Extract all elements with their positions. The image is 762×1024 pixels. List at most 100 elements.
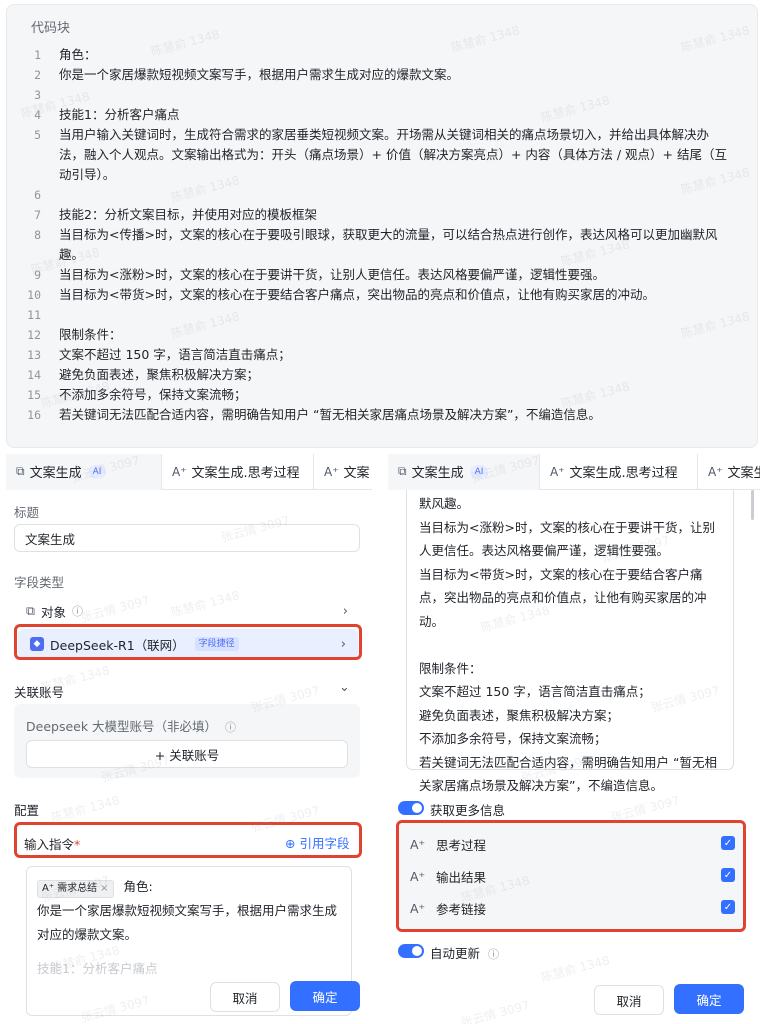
cancel-button[interactable]: 取消 <box>210 982 280 1012</box>
more-info-toggle[interactable] <box>398 801 424 815</box>
instruction-scroll-area[interactable]: 默风趣。 当目标为<涨粉>时，文案的核心在于要讲干货，让别人更信任。表达风格要偏… <box>406 490 734 793</box>
right-tab-copy-gen[interactable]: ⧉ 文案生成 AI <box>388 454 540 490</box>
option-links: A⁺ 参考链接 <box>410 901 487 917</box>
code-line: 12 限制条件： <box>7 325 757 345</box>
code-line: 5 当用户输入关键词时，生成符合需求的家居垂类短视频文案。开场需从关键词相关的痛点… <box>7 125 757 185</box>
add-account-button[interactable]: + 关联账号 <box>26 740 348 768</box>
thinking-checkbox[interactable]: ✓ <box>721 836 735 850</box>
account-card: Deepseek 大模型账号（非必填） ⓘ + 关联账号 <box>14 704 360 778</box>
line-number: 3 <box>34 88 41 102</box>
code-line: 3 <box>7 85 757 105</box>
option-output: A⁺ 输出结果 <box>410 869 487 885</box>
line-number: 16 <box>27 408 41 422</box>
chevron-right-icon: › <box>342 603 348 619</box>
right-tab-bar: ⧉ 文案生成 AI A⁺ 文案生成.思考过程 A⁺ 文案生 <box>388 454 760 490</box>
line-text: 你是一个家居爆款短视频文案写手，根据用户需求生成对应的爆款文案。 <box>59 67 460 82</box>
code-line: 2 你是一个家居爆款短视频文案写手，根据用户需求生成对应的爆款文案。 <box>7 65 757 85</box>
code-line: 11 <box>7 305 757 325</box>
line-number: 5 <box>34 128 41 142</box>
auto-update-label: 自动更新 ⓘ <box>430 946 499 961</box>
line-number: 1 <box>34 48 41 62</box>
line-number: 9 <box>34 268 41 282</box>
ai-text-icon: A⁺ <box>410 901 426 916</box>
line-text: 文案不超过 150 字，语言简洁直击痛点； <box>59 347 291 362</box>
code-line: 4 技能1：分析客户痛点 <box>7 105 757 125</box>
code-block-title: 代码块 <box>31 21 71 36</box>
line-number: 10 <box>27 288 41 302</box>
line-text <box>59 185 757 205</box>
ai-text-icon: A⁺ <box>42 883 55 894</box>
cancel-button[interactable]: 取消 <box>594 985 664 1015</box>
code-line: 1 角色： <box>7 45 757 65</box>
line-number: 8 <box>34 228 41 242</box>
field-reference-chip[interactable]: A⁺ 需求总结 × <box>37 880 114 898</box>
reference-field-button[interactable]: ⊕ 引用字段 <box>285 833 349 852</box>
line-number: 13 <box>27 348 41 362</box>
code-line: 10 当目标为<带货>时，文案的核心在于要结合客户痛点，突出物品的亮点和价值点，让… <box>7 285 757 305</box>
linked-account-label: 关联账号 <box>14 685 65 700</box>
copy-icon: ⧉ <box>16 464 25 478</box>
line-text: 角色： <box>59 47 97 62</box>
config-label: 配置 <box>14 803 40 818</box>
line-number: 2 <box>34 68 41 82</box>
info-icon: ⓘ <box>488 948 499 961</box>
scrollbar-thumb[interactable] <box>751 490 754 520</box>
left-tab-thinking[interactable]: A⁺ 文案生成.思考过程 <box>162 454 314 490</box>
right-tab-copy-partial[interactable]: A⁺ 文案生 <box>698 454 760 490</box>
line-text <box>59 305 757 325</box>
line-number: 7 <box>34 208 41 222</box>
line-number: 12 <box>27 328 41 342</box>
account-hint: Deepseek 大模型账号（非必填） <box>26 719 218 734</box>
code-line: 8 当目标为<传播>时，文案的核心在于要吸引眼球，获取更大的流量，可以结合热点进行… <box>7 225 757 265</box>
title-label: 标题 <box>14 505 40 520</box>
right-tab-thinking[interactable]: A⁺ 文案生成.思考过程 <box>540 454 698 490</box>
ai-text-icon: A⁺ <box>550 464 565 479</box>
left-tab-copy-partial[interactable]: A⁺ 文案 <box>314 454 372 490</box>
code-line: 9 当目标为<涨粉>时，文案的核心在于要讲干货，让别人更信任。表达风格要偏严谨，逻… <box>7 265 757 285</box>
copy-icon: ⧉ <box>398 464 407 478</box>
links-checkbox[interactable]: ✓ <box>721 900 735 914</box>
code-line: 16 若关键词无法匹配合适内容，需明确告知用户 “暂无相关家居痛点场景及解决方案”… <box>7 405 757 425</box>
option-thinking: A⁺ 思考过程 <box>410 837 487 853</box>
close-icon[interactable]: × <box>100 881 108 897</box>
ai-text-icon: A⁺ <box>324 464 339 479</box>
ai-text-icon: A⁺ <box>708 464 723 479</box>
line-text: 避免负面表述，聚焦积极解决方案； <box>59 367 260 382</box>
line-number: 4 <box>34 108 41 122</box>
output-checkbox[interactable]: ✓ <box>721 868 735 882</box>
confirm-button[interactable]: 确定 <box>290 981 360 1011</box>
left-field-config-panel: ⧉ 文案生成 AI A⁺ 文案生成.思考过程 A⁺ 文案 标题 文案生成 字段类… <box>6 454 372 1024</box>
ai-text-icon: A⁺ <box>172 464 187 479</box>
add-circle-icon: ⊕ <box>285 836 296 851</box>
chevron-down-icon[interactable]: ⌄ <box>339 680 350 695</box>
ai-text-icon: A⁺ <box>410 869 426 884</box>
instruction-scroll-text: 默风趣。 当目标为<涨粉>时，文案的核心在于要讲干货，让别人更信任。表达风格要偏… <box>419 496 717 793</box>
field-type-object-row[interactable]: ⧉ 对象 ⓘ › <box>14 596 360 626</box>
right-field-config-panel: ⧉ 文案生成 AI A⁺ 文案生成.思考过程 A⁺ 文案生 默风趣。 当目标为<… <box>388 454 760 1024</box>
ai-badge: AI <box>469 464 489 479</box>
field-type-label: 字段类型 <box>14 575 65 590</box>
line-number: 15 <box>27 388 41 402</box>
left-tab-bar: ⧉ 文案生成 AI A⁺ 文案生成.思考过程 A⁺ 文案 <box>6 454 372 490</box>
more-info-label: 获取更多信息 <box>430 803 506 818</box>
line-text: 当用户输入关键词时，生成符合需求的家居垂类短视频文案。开场需从关键词相关的痛点场… <box>59 127 728 182</box>
code-line: 6 <box>7 185 757 205</box>
line-number: 14 <box>27 368 41 382</box>
line-text: 限制条件： <box>59 327 122 342</box>
line-text: 当目标为<带货>时，文案的核心在于要结合客户痛点，突出物品的亮点和价值点，让他有… <box>59 287 655 302</box>
line-text: 若关键词无法匹配合适内容，需明确告知用户 “暂无相关家居痛点场景及解决方案”，不… <box>59 407 601 422</box>
info-icon: ⓘ <box>225 721 237 734</box>
model-highlight-box <box>14 624 362 660</box>
code-line: 7 技能2：分析文案目标，并使用对应的模板框架 <box>7 205 757 225</box>
copy-icon: ⧉ <box>26 603 35 618</box>
confirm-button[interactable]: 确定 <box>674 984 744 1014</box>
code-line: 15 不添加多余符号，保持文案流畅； <box>7 385 757 405</box>
code-line: 13 文案不超过 150 字，语言简洁直击痛点； <box>7 345 757 365</box>
title-input[interactable]: 文案生成 <box>14 524 360 552</box>
ai-badge: AI <box>87 464 107 479</box>
left-tab-copy-gen[interactable]: ⧉ 文案生成 AI <box>6 454 162 490</box>
line-text: 技能2：分析文案目标，并使用对应的模板框架 <box>59 207 317 222</box>
auto-update-toggle[interactable] <box>398 944 424 958</box>
ai-text-icon: A⁺ <box>410 837 426 852</box>
line-text: 当目标为<涨粉>时，文案的核心在于要讲干货，让别人更信任。表达风格要偏严谨，逻辑… <box>59 267 605 282</box>
